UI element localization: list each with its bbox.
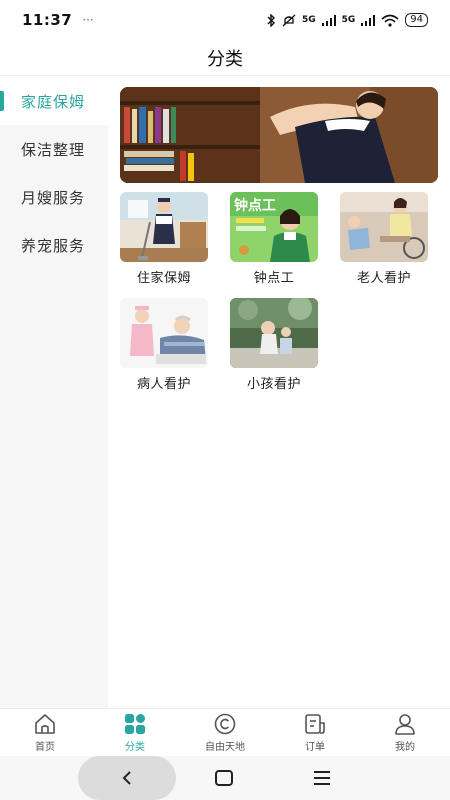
category-sidebar: 家庭保姆 保洁整理 月嫂服务 养宠服务 [0,77,108,708]
service-grid: 住家保姆 钟点工 钟点工 老人看护 病人看护 小孩看护 [120,192,450,392]
signal-bars-icon [321,14,336,26]
home-square-icon [215,770,233,786]
service-thumbnail: 钟点工 [230,192,318,262]
sidebar-item-pet-care[interactable]: 养宠服务 [0,221,108,269]
signal-label-2: 5G [341,15,356,25]
wifi-icon [381,14,399,27]
sidebar-item-cleaning[interactable]: 保洁整理 [0,125,108,173]
service-item-live-in-nanny[interactable]: 住家保姆 [120,192,230,286]
system-nav-bar [0,756,450,800]
tab-home[interactable]: 首页 [0,709,90,756]
service-thumbnail [120,298,208,368]
service-item-hourly-worker[interactable]: 钟点工 钟点工 [230,192,340,286]
nav-recents-button[interactable] [313,770,331,790]
signal-label-1: 5G [301,15,316,25]
tab-mine[interactable]: 我的 [360,709,450,756]
service-label: 老人看护 [356,271,411,286]
service-label: 病人看护 [136,377,191,392]
sidebar-item-label: 月嫂服务 [21,188,86,207]
order-icon [305,713,325,734]
battery-indicator: 94 [405,13,428,27]
menu-lines-icon [314,771,330,785]
sidebar-item-label: 养宠服务 [21,236,86,255]
sidebar-item-label: 保洁整理 [21,140,86,159]
tab-label: 自由天地 [205,741,245,753]
category-grid-icon [125,713,145,734]
nav-back-button[interactable] [78,756,176,800]
sidebar-item-family-nanny[interactable]: 家庭保姆 [0,77,108,125]
sidebar-item-maternity[interactable]: 月嫂服务 [0,173,108,221]
service-label: 钟点工 [253,271,295,286]
tab-orders[interactable]: 订单 [270,709,360,756]
bottom-tab-bar: 首页 分类 自由天地 订单 我的 [0,708,450,756]
banner-image[interactable] [120,87,438,183]
status-time: 11:37 [22,11,73,29]
tab-label: 首页 [35,741,55,753]
status-dots: ··· [82,13,94,27]
copyright-c-icon [214,713,236,734]
tab-label: 订单 [305,741,325,753]
service-label: 住家保姆 [136,271,191,286]
tab-category[interactable]: 分类 [90,709,180,756]
back-chevron-icon [122,771,131,785]
service-thumbnail [340,192,428,262]
service-thumbnail [120,192,208,262]
signal-bars-icon [361,14,376,26]
status-bar: 11:37 ··· 5G 5G 94 [0,0,450,40]
tab-free-world[interactable]: 自由天地 [180,709,270,756]
tab-label: 我的 [395,741,415,753]
service-item-child-care[interactable]: 小孩看护 [230,298,340,392]
mute-icon [282,14,296,26]
status-icons: 5G 5G 94 [266,13,428,27]
tab-label: 分类 [125,741,145,753]
nav-home-button[interactable] [214,770,234,790]
person-icon [395,713,415,735]
banner-illustration [120,87,438,183]
service-label: 小孩看护 [246,377,301,392]
category-content: 住家保姆 钟点工 钟点工 老人看护 病人看护 小孩看护 [108,77,450,708]
sidebar-item-label: 家庭保姆 [21,92,86,111]
bluetooth-icon [267,13,275,27]
service-thumbnail [230,298,318,368]
service-item-patient-care[interactable]: 病人看护 [120,298,230,392]
title-bar: 分类 [0,40,450,76]
page-title: 分类 [207,48,243,70]
thumbnail-overlay-text: 钟点工 [234,197,276,214]
service-item-elderly-care[interactable]: 老人看护 [340,192,450,286]
home-icon [35,713,55,734]
